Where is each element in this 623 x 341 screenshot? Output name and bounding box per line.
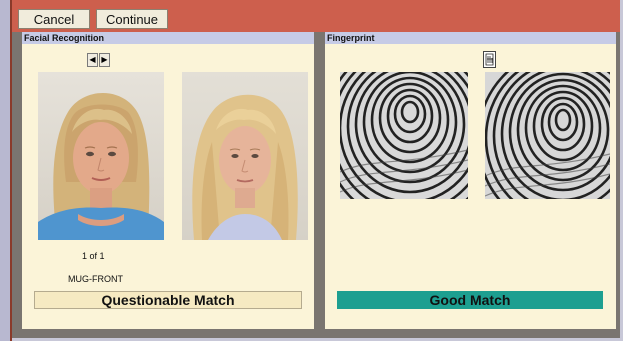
- fingerprint-panel: Fingerprint Good Match: [325, 32, 616, 329]
- photo-counter: 1 of 1: [82, 251, 105, 261]
- fingerprint-image-left[interactable]: [340, 72, 468, 199]
- fingerprint-compare-icon[interactable]: [483, 51, 496, 68]
- cancel-button[interactable]: Cancel: [18, 9, 90, 29]
- fingerprint-header: Fingerprint: [325, 32, 616, 44]
- continue-button[interactable]: Continue: [96, 9, 168, 29]
- arrow-left-icon[interactable]: ◀: [87, 53, 98, 67]
- fingerprint-image-right[interactable]: [485, 72, 610, 199]
- photo-type-label: MUG-FRONT: [68, 274, 123, 284]
- window-left-edge: [0, 0, 10, 341]
- comparison-photo[interactable]: [182, 72, 308, 240]
- photo-navigation: ◀ ▶: [87, 53, 111, 67]
- mugshot-photo[interactable]: [38, 72, 164, 240]
- arrow-right-icon[interactable]: ▶: [99, 53, 110, 67]
- facial-recognition-header: Facial Recognition: [22, 32, 314, 44]
- facial-recognition-panel: Facial Recognition ◀ ▶ 1 of 1 MUG-FRONT …: [22, 32, 314, 329]
- fingerprint-match-status: Good Match: [337, 291, 603, 309]
- facial-match-status: Questionable Match: [34, 291, 302, 309]
